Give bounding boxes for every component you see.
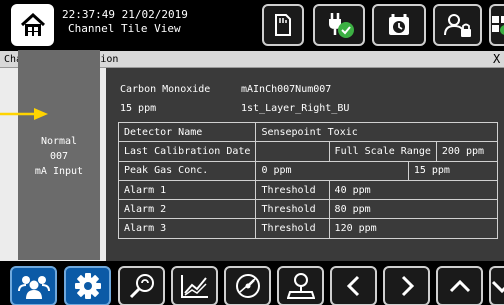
tile-channel-number: 007	[49, 151, 69, 162]
service-button[interactable]	[118, 266, 165, 305]
user-group-button[interactable]	[10, 266, 57, 305]
last-calibration-value	[255, 141, 330, 162]
alarm-type: Threshold	[255, 199, 330, 220]
current-time: 22:37:49	[62, 8, 115, 21]
table-row: Alarm 3 Threshold 120 ppm	[117, 218, 499, 239]
tile-input-type: mA Input	[34, 166, 84, 177]
location-user-icon	[286, 273, 315, 299]
alarm-label: Alarm 1	[117, 179, 257, 201]
gas-name: Carbon Monoxide	[120, 84, 211, 95]
channel-tile[interactable]: Normal 007 mA Input	[18, 50, 100, 260]
power-check-icon	[329, 13, 354, 38]
grid-menu-icon	[492, 16, 504, 35]
table-row: Alarm 1 Threshold 40 ppm	[117, 179, 499, 201]
table-row: Detector Name Sensepoint Toxic	[117, 121, 498, 143]
tile-status: Normal	[40, 136, 78, 147]
peak-gas-value-2: 15 ppm	[407, 160, 499, 181]
user-login-button[interactable]	[433, 4, 482, 46]
alarm-value: 40 ppm	[328, 179, 499, 201]
home-button[interactable]	[11, 4, 54, 46]
table-row: Alarm 2 Threshold 80 ppm	[117, 199, 499, 220]
alarm-label: Alarm 3	[117, 218, 257, 239]
peak-gas-label: Peak Gas Conc.	[117, 160, 257, 181]
alarm-value: 80 ppm	[328, 199, 499, 220]
power-status-button[interactable]	[313, 4, 365, 46]
channel-location: 1st_Layer_Right_BU	[241, 103, 350, 114]
table-row: Last Calibration Date Full Scale Range 2…	[117, 141, 499, 162]
previous-button[interactable]	[330, 266, 377, 305]
service-icon	[129, 274, 154, 299]
gas-reading: 15 ppm	[120, 103, 157, 114]
alarm-value: 120 ppm	[328, 218, 499, 239]
home-icon	[20, 13, 45, 36]
user-group-icon	[17, 276, 50, 299]
schedule-button[interactable]	[372, 4, 426, 46]
detector-name-label: Detector Name	[117, 121, 257, 143]
current-date: 21/02/2019	[121, 8, 188, 21]
next-button[interactable]	[383, 266, 430, 305]
table-row: Peak Gas Conc. 0 ppm 15 ppm	[117, 160, 499, 181]
detector-name-value: Sensepoint Toxic	[255, 121, 498, 143]
alarm-label: Alarm 2	[117, 199, 257, 220]
view-title: Channel Tile View	[68, 22, 181, 35]
settings-button[interactable]	[64, 266, 111, 305]
chevron-up-icon	[449, 279, 470, 293]
arrow-pointer-icon	[0, 108, 48, 120]
tile-text: Normal 007 mA Input	[18, 134, 100, 179]
sim-card-button[interactable]	[262, 4, 304, 46]
location-user-button[interactable]	[277, 266, 324, 305]
gauge-icon	[235, 274, 260, 298]
full-scale-label: Full Scale Range	[328, 141, 437, 162]
alarm-type: Threshold	[255, 218, 330, 239]
chevron-down-icon	[491, 280, 504, 294]
schedule-icon	[389, 14, 409, 35]
alarm-type: Threshold	[255, 179, 330, 201]
scroll-down-button[interactable]	[489, 266, 504, 305]
chevron-right-icon	[401, 275, 414, 297]
scroll-up-button[interactable]	[436, 266, 483, 305]
gauge-button[interactable]	[224, 266, 271, 305]
user-lock-icon	[443, 14, 471, 37]
trend-button[interactable]	[171, 266, 218, 305]
peak-gas-value: 0 ppm	[255, 160, 409, 181]
chevron-left-icon	[346, 275, 359, 297]
full-scale-value: 200 ppm	[435, 141, 499, 162]
sim-card-icon	[275, 14, 291, 36]
close-icon[interactable]: X	[493, 51, 503, 68]
gear-icon	[74, 273, 101, 299]
bottom-navigation	[0, 262, 504, 305]
top-toolbar: 22:37:49 21/02/2019 Channel Tile View	[0, 0, 504, 50]
clock-display: 22:37:49 21/02/2019 Channel Tile View	[62, 8, 188, 36]
detector-details-table: Detector Name Sensepoint Toxic Last Cali…	[117, 121, 499, 239]
grid-menu-button[interactable]	[489, 4, 504, 46]
channel-tag: mAInCh007Num007	[241, 84, 332, 95]
last-calibration-label: Last Calibration Date	[117, 141, 257, 162]
trend-chart-icon	[180, 275, 208, 298]
